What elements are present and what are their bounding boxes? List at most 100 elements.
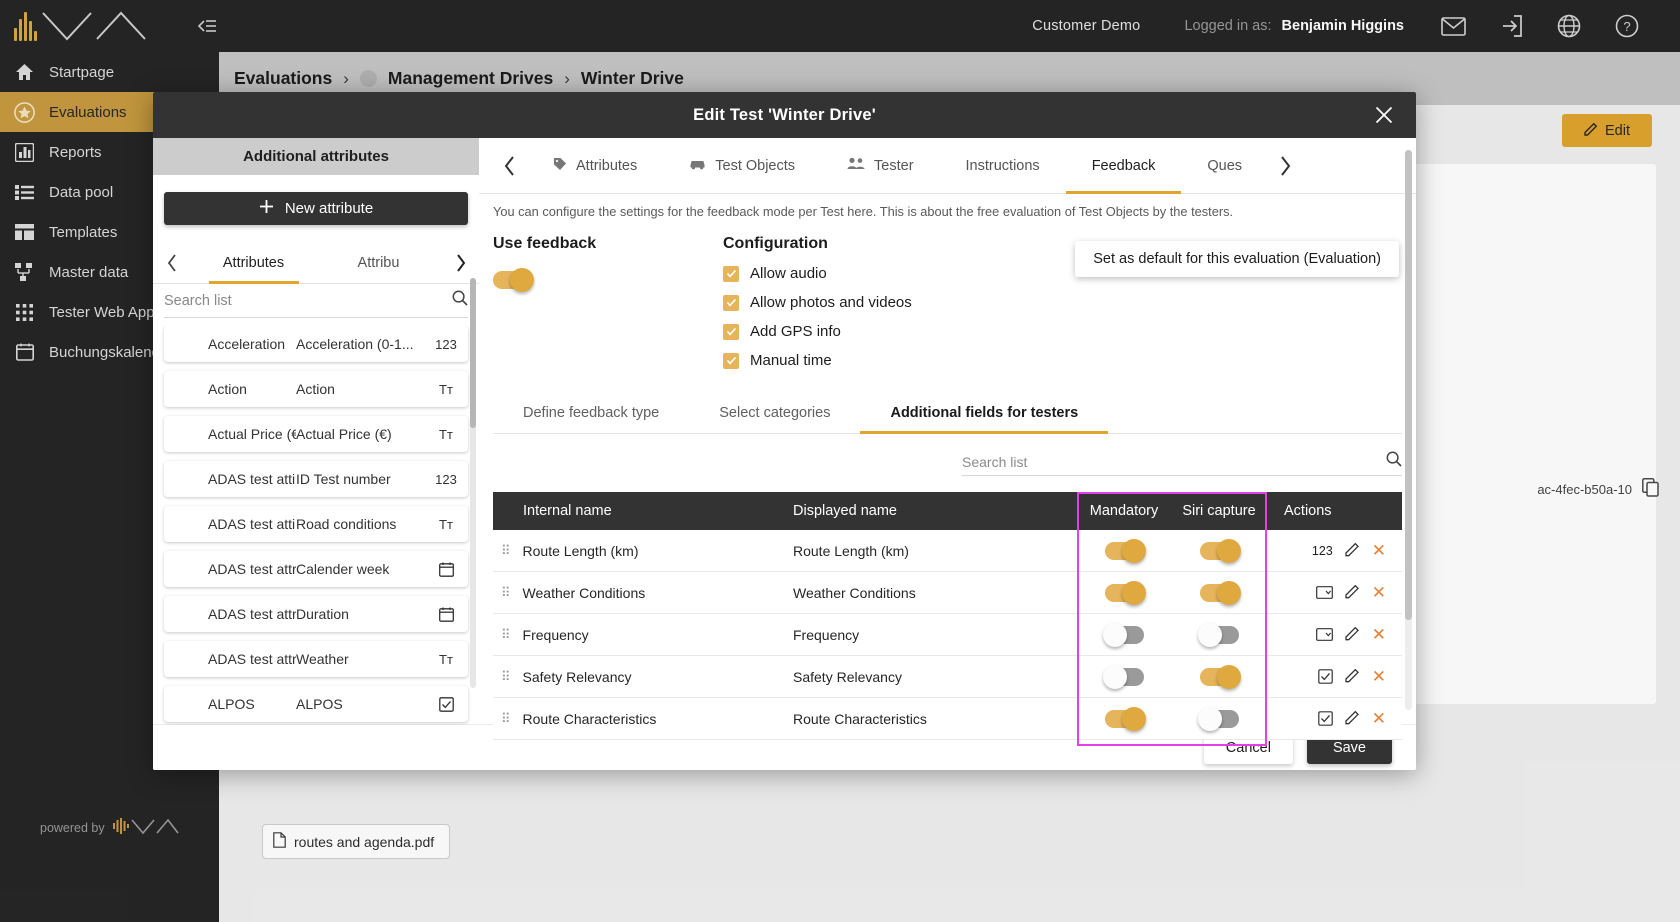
table-row: ⠿ Route Length (km) Route Length (km) 12… (493, 530, 1402, 572)
checkbox-add-gps-info[interactable]: Add GPS info (723, 323, 912, 340)
main-tabs: Attributes Test Objects Tester Instructi… (479, 138, 1416, 194)
attr-displayed-name: Road conditions (296, 516, 397, 532)
delete-icon[interactable]: ✕ (1372, 626, 1386, 643)
list-item[interactable]: ADAS test attibu... Road conditions Tт (164, 506, 468, 542)
delete-icon[interactable]: ✕ (1372, 542, 1386, 559)
cell-internal-name: Frequency (522, 626, 589, 643)
table-search[interactable] (962, 448, 1402, 476)
mandatory-toggle[interactable] (1104, 580, 1146, 605)
attr-type-calendar-icon (424, 562, 468, 577)
field-type-dropdown-icon (1315, 586, 1333, 599)
modal-body: Additional attributes New attribute Attr… (153, 138, 1416, 746)
attr-type-number-icon: 123 (435, 336, 457, 352)
tabs-next-icon[interactable] (441, 253, 479, 272)
tab-label: Tester (874, 157, 914, 174)
checkbox-allow-photos-and-videos[interactable]: Allow photos and videos (723, 294, 912, 311)
delete-icon[interactable]: ✕ (1372, 710, 1386, 727)
attr-internal-name: ADAS test attibu... (208, 516, 296, 532)
tab-questions[interactable]: Ques (1181, 138, 1268, 194)
new-attribute-label: New attribute (284, 200, 374, 217)
edit-icon[interactable] (1345, 626, 1360, 644)
edit-icon[interactable] (1345, 584, 1360, 602)
siri-capture-toggle[interactable] (1197, 706, 1239, 731)
checkbox-checked-icon (723, 294, 739, 311)
new-attribute-button[interactable]: New attribute (164, 192, 468, 225)
tab-instructions[interactable]: Instructions (940, 138, 1066, 194)
edit-icon[interactable] (1345, 668, 1360, 686)
field-type-number-icon: 123 (1311, 543, 1333, 558)
edit-icon[interactable] (1345, 710, 1360, 728)
mandatory-toggle[interactable] (1104, 538, 1146, 563)
attributes-list: Acceleration Acceleration (0-1... 123 Ac… (153, 326, 479, 734)
siri-capture-toggle[interactable] (1197, 622, 1239, 647)
mandatory-toggle[interactable] (1102, 622, 1144, 647)
list-item[interactable]: Action Action Tт (164, 371, 468, 407)
list-item[interactable]: ADAS test attrib... Duration (164, 596, 468, 632)
table-search-input[interactable] (962, 453, 1358, 470)
siri-capture-toggle[interactable] (1199, 664, 1241, 689)
drag-handle-icon[interactable]: ⠿ (501, 669, 510, 685)
attributes-search-input[interactable] (164, 292, 423, 309)
siri-capture-toggle[interactable] (1199, 580, 1241, 605)
tabs-prev-icon[interactable] (153, 253, 191, 272)
table-row: ⠿ Frequency Frequency ✕ (493, 614, 1402, 656)
checkbox-allow-audio[interactable]: Allow audio (723, 265, 912, 282)
mandatory-toggle[interactable] (1104, 706, 1146, 731)
set-as-default-button[interactable]: Set as default for this evaluation (Eval… (1075, 241, 1399, 277)
edit-icon[interactable] (1345, 542, 1360, 560)
drag-handle-icon[interactable]: ⠿ (501, 627, 510, 643)
use-feedback-toggle[interactable] (493, 268, 534, 292)
delete-icon[interactable]: ✕ (1372, 668, 1386, 685)
attr-displayed-name: Duration (296, 606, 349, 622)
delete-icon[interactable]: ✕ (1372, 584, 1386, 601)
tab-attributes[interactable]: Attributes (527, 138, 663, 194)
attr-tab-attributes[interactable]: Attributes (191, 242, 316, 284)
list-item[interactable]: ADAS test attrib... Calender week (164, 551, 468, 587)
search-icon[interactable] (452, 290, 468, 311)
field-type-dropdown-icon (1315, 628, 1333, 641)
subtab-define-feedback-type[interactable]: Define feedback type (493, 393, 689, 433)
tab-feedback[interactable]: Feedback (1065, 138, 1182, 194)
attr-type-text-icon: Tт (439, 381, 453, 397)
attr-internal-name: ADAS test attrib... (208, 651, 296, 667)
checkbox-checked-icon (723, 323, 739, 340)
car-icon (689, 157, 706, 174)
content-scrollbar[interactable] (1405, 150, 1412, 710)
edit-test-modal: Edit Test 'Winter Drive' Additional attr… (153, 92, 1416, 770)
list-item[interactable]: ADAS test attrib... Weather Tт (164, 641, 468, 677)
tab-test-objects[interactable]: Test Objects (663, 138, 821, 194)
additional-attributes-pane: Additional attributes New attribute Attr… (153, 138, 479, 724)
subtab-additional-fields-for-testers[interactable]: Additional fields for testers (860, 393, 1108, 434)
feedback-configuration: Use feedback Configuration Allow audio A… (479, 219, 1416, 369)
tab-tester[interactable]: Tester (821, 138, 940, 194)
list-item[interactable]: Actual Price (€) Actual Price (€) Tт (164, 416, 468, 452)
main-tabs-next-icon[interactable] (1268, 155, 1302, 176)
drag-handle-icon[interactable]: ⠿ (501, 711, 510, 727)
drag-handle-icon[interactable]: ⠿ (501, 585, 510, 601)
attributes-scrollbar[interactable] (470, 278, 476, 688)
checkbox-manual-time[interactable]: Manual time (723, 352, 912, 369)
close-icon[interactable] (1372, 103, 1396, 127)
attr-tab-attribu[interactable]: Attribu (316, 242, 441, 284)
list-item[interactable]: ALPOS ALPOS (164, 686, 468, 722)
drag-handle-icon[interactable]: ⠿ (501, 543, 510, 559)
modal-title: Edit Test 'Winter Drive' (693, 105, 876, 124)
column-actions: Actions (1284, 503, 1332, 519)
mandatory-toggle[interactable] (1102, 664, 1144, 689)
siri-capture-toggle[interactable] (1199, 538, 1241, 563)
cell-internal-name: Weather Conditions (522, 584, 646, 601)
attr-type-text-icon: Tт (439, 516, 453, 532)
list-item[interactable]: ADAS test attibu... ID Test number 123 (164, 461, 468, 497)
main-tabs-prev-icon[interactable] (493, 155, 527, 176)
attributes-search[interactable] (164, 284, 468, 318)
column-internal-name: Internal name (523, 503, 612, 519)
subtab-select-categories[interactable]: Select categories (689, 393, 860, 433)
list-item[interactable]: Acceleration Acceleration (0-1... 123 (164, 326, 468, 362)
attr-internal-name: Action (208, 381, 247, 397)
people-icon (847, 157, 865, 174)
column-displayed-name: Displayed name (793, 503, 897, 519)
table-row: ⠿ Route Characteristics Route Characteri… (493, 698, 1402, 740)
use-feedback-title: Use feedback (493, 235, 597, 252)
search-icon[interactable] (1386, 451, 1402, 472)
attr-internal-name: ADAS test attrib... (208, 561, 296, 577)
